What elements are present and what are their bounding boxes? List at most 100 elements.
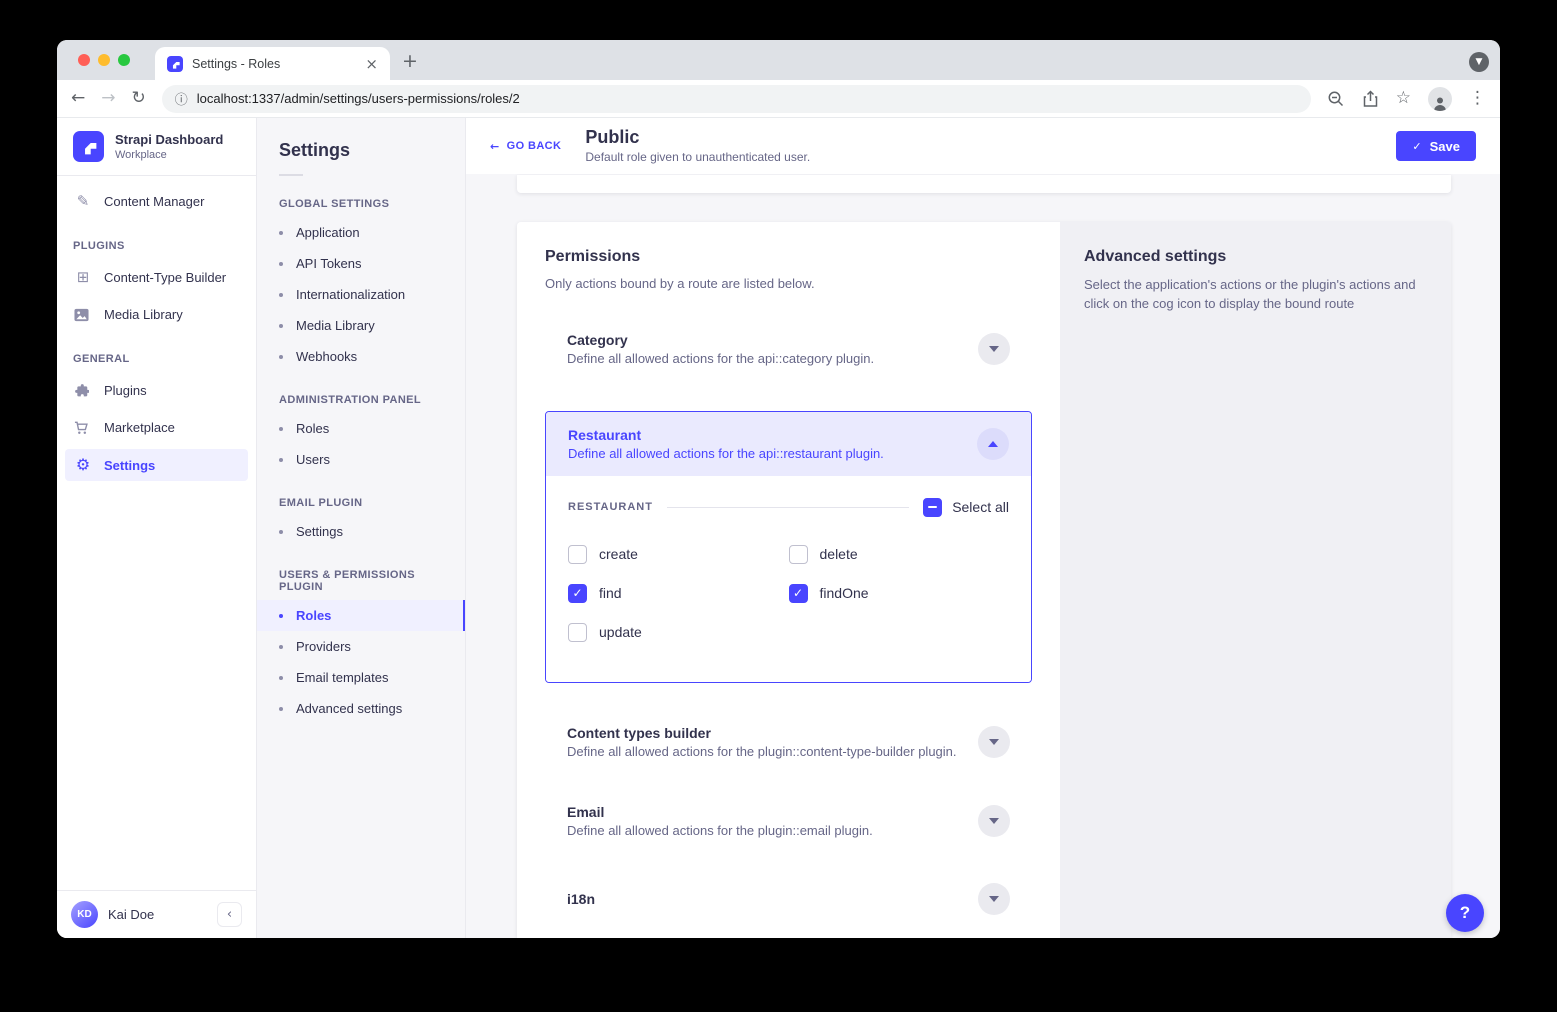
subnav-item-up-roles[interactable]: Roles <box>257 600 465 631</box>
subnav-item-media-library[interactable]: Media Library <box>257 310 465 341</box>
subnav-section-users-permissions-plugin: USERS & PERMISSIONS PLUGIN <box>279 569 443 593</box>
chevron-down-icon[interactable] <box>978 883 1010 915</box>
sidebar-section-plugins: PLUGINS <box>73 240 240 252</box>
save-label: Save <box>1430 139 1460 154</box>
subnav-item-webhooks[interactable]: Webhooks <box>257 341 465 372</box>
go-back-label: GO BACK <box>507 140 562 152</box>
bullet-icon <box>279 645 283 649</box>
findone-checkbox[interactable] <box>789 584 808 603</box>
select-all-control: Select all <box>923 498 1009 517</box>
accordion-title: Content types builder <box>567 725 957 741</box>
user-avatar[interactable]: KD <box>71 901 98 928</box>
subnav-item-label: Settings <box>296 524 343 539</box>
subnav-item-label: Roles <box>296 421 329 436</box>
new-tab-button[interactable]: + <box>397 48 423 74</box>
pencil-icon: ✎ <box>74 194 92 209</box>
zoom-icon[interactable] <box>1327 90 1345 108</box>
accordion-description: Define all allowed actions for the api::… <box>568 446 884 461</box>
accordion-restaurant-expanded: Restaurant Define all allowed actions fo… <box>545 411 1032 683</box>
user-name: Kai Doe <box>108 907 154 922</box>
bullet-icon <box>279 614 283 618</box>
bullet-icon <box>279 427 283 431</box>
layout-grid-icon: ⊞ <box>74 270 92 285</box>
browser-menu-chevron-icon[interactable]: ▼ <box>1469 52 1489 72</box>
permissions-subtitle: Only actions bound by a route are listed… <box>545 275 1032 294</box>
subnav-item-api-tokens[interactable]: API Tokens <box>257 248 465 279</box>
bullet-icon <box>279 355 283 359</box>
help-button[interactable]: ? <box>1446 894 1484 932</box>
accordion-content-types-builder[interactable]: Content types builder Define all allowed… <box>545 725 1032 759</box>
subnav-section-global-settings: GLOBAL SETTINGS <box>279 198 443 210</box>
sidebar-item-content-type-builder[interactable]: ⊞ Content-Type Builder <box>65 262 248 293</box>
subnav-item-application[interactable]: Application <box>257 217 465 248</box>
accordion-i18n[interactable]: i18n <box>545 883 1032 915</box>
bullet-icon <box>279 324 283 328</box>
tab-close-icon[interactable]: × <box>365 55 378 73</box>
site-info-icon[interactable]: ⓘ <box>175 89 188 108</box>
forward-icon[interactable]: → <box>101 90 115 107</box>
delete-checkbox[interactable] <box>789 545 808 564</box>
save-button[interactable]: ✓ Save <box>1396 131 1476 161</box>
chevron-down-icon[interactable] <box>978 726 1010 758</box>
chevron-up-icon[interactable] <box>977 428 1009 460</box>
strapi-favicon-icon <box>167 56 183 72</box>
back-icon[interactable]: ← <box>71 90 85 107</box>
advanced-settings-panel: Advanced settings Select the application… <box>1060 222 1451 938</box>
find-checkbox[interactable] <box>568 584 587 603</box>
bullet-icon <box>279 530 283 534</box>
sidebar-item-marketplace[interactable]: Marketplace <box>65 412 248 443</box>
bullet-icon <box>279 458 283 462</box>
sidebar-item-label: Settings <box>104 458 155 473</box>
strapi-app: Strapi Dashboard Workplace ✎ Content Man… <box>57 118 1500 938</box>
chevron-down-icon[interactable] <box>978 805 1010 837</box>
sidebar-item-settings[interactable]: ⚙ Settings <box>65 449 248 481</box>
picture-icon <box>74 308 92 322</box>
gear-icon: ⚙ <box>74 457 92 473</box>
sidebar-item-label: Content-Type Builder <box>104 270 226 285</box>
sidebar-item-plugins[interactable]: Plugins <box>65 375 248 406</box>
share-icon[interactable] <box>1362 90 1379 108</box>
subnav-item-internationalization[interactable]: Internationalization <box>257 279 465 310</box>
settings-subnav: Settings GLOBAL SETTINGS Application API… <box>257 118 466 938</box>
main-content: ← GO BACK Public Default role given to u… <box>466 118 1500 938</box>
sidebar-item-content-manager[interactable]: ✎ Content Manager <box>65 186 248 217</box>
subnav-item-providers[interactable]: Providers <box>257 631 465 662</box>
browser-menu-icon[interactable]: ⋮ <box>1469 90 1486 107</box>
update-checkbox[interactable] <box>568 623 587 642</box>
accordion-description: Define all allowed actions for the plugi… <box>567 823 873 838</box>
accordion-category[interactable]: Category Define all allowed actions for … <box>545 332 1032 366</box>
puzzle-icon <box>74 383 92 398</box>
subnav-item-email-templates[interactable]: Email templates <box>257 662 465 693</box>
restaurant-permissions-body: RESTAURANT Select all <box>546 476 1031 682</box>
page-subtitle: Default role given to unauthenticated us… <box>585 150 810 164</box>
minimize-window-button[interactable] <box>98 54 110 66</box>
subnav-item-advanced-settings[interactable]: Advanced settings <box>257 693 465 724</box>
create-checkbox[interactable] <box>568 545 587 564</box>
bullet-icon <box>279 262 283 266</box>
action-label: find <box>599 585 622 601</box>
subnav-item-label: Users <box>296 452 330 467</box>
close-window-button[interactable] <box>78 54 90 66</box>
accordion-restaurant-header[interactable]: Restaurant Define all allowed actions fo… <box>546 412 1031 476</box>
tab-title: Settings - Roles <box>192 57 356 71</box>
advanced-settings-title: Advanced settings <box>1084 248 1427 266</box>
subnav-item-email-settings[interactable]: Settings <box>257 516 465 547</box>
maximize-window-button[interactable] <box>118 54 130 66</box>
subnav-item-admin-users[interactable]: Users <box>257 444 465 475</box>
browser-profile-icon[interactable] <box>1428 87 1452 111</box>
bookmark-star-icon[interactable]: ☆ <box>1396 90 1411 107</box>
subnav-item-label: Media Library <box>296 318 375 333</box>
chevron-down-icon[interactable] <box>978 333 1010 365</box>
accordion-email[interactable]: Email Define all allowed actions for the… <box>545 804 1032 838</box>
select-all-checkbox[interactable] <box>923 498 942 517</box>
browser-tab[interactable]: Settings - Roles × <box>155 47 390 80</box>
advanced-settings-description: Select the application's actions or the … <box>1084 276 1424 314</box>
workspace-switcher[interactable]: Strapi Dashboard Workplace <box>57 118 256 175</box>
collapse-sidebar-button[interactable]: ‹ <box>217 902 242 927</box>
sidebar-item-media-library[interactable]: Media Library <box>65 299 248 330</box>
sidebar-item-label: Marketplace <box>104 420 175 435</box>
reload-icon[interactable]: ↻ <box>132 90 146 107</box>
subnav-item-admin-roles[interactable]: Roles <box>257 413 465 444</box>
address-bar[interactable]: ⓘ localhost:1337/admin/settings/users-pe… <box>162 85 1311 113</box>
go-back-link[interactable]: ← GO BACK <box>490 140 561 153</box>
